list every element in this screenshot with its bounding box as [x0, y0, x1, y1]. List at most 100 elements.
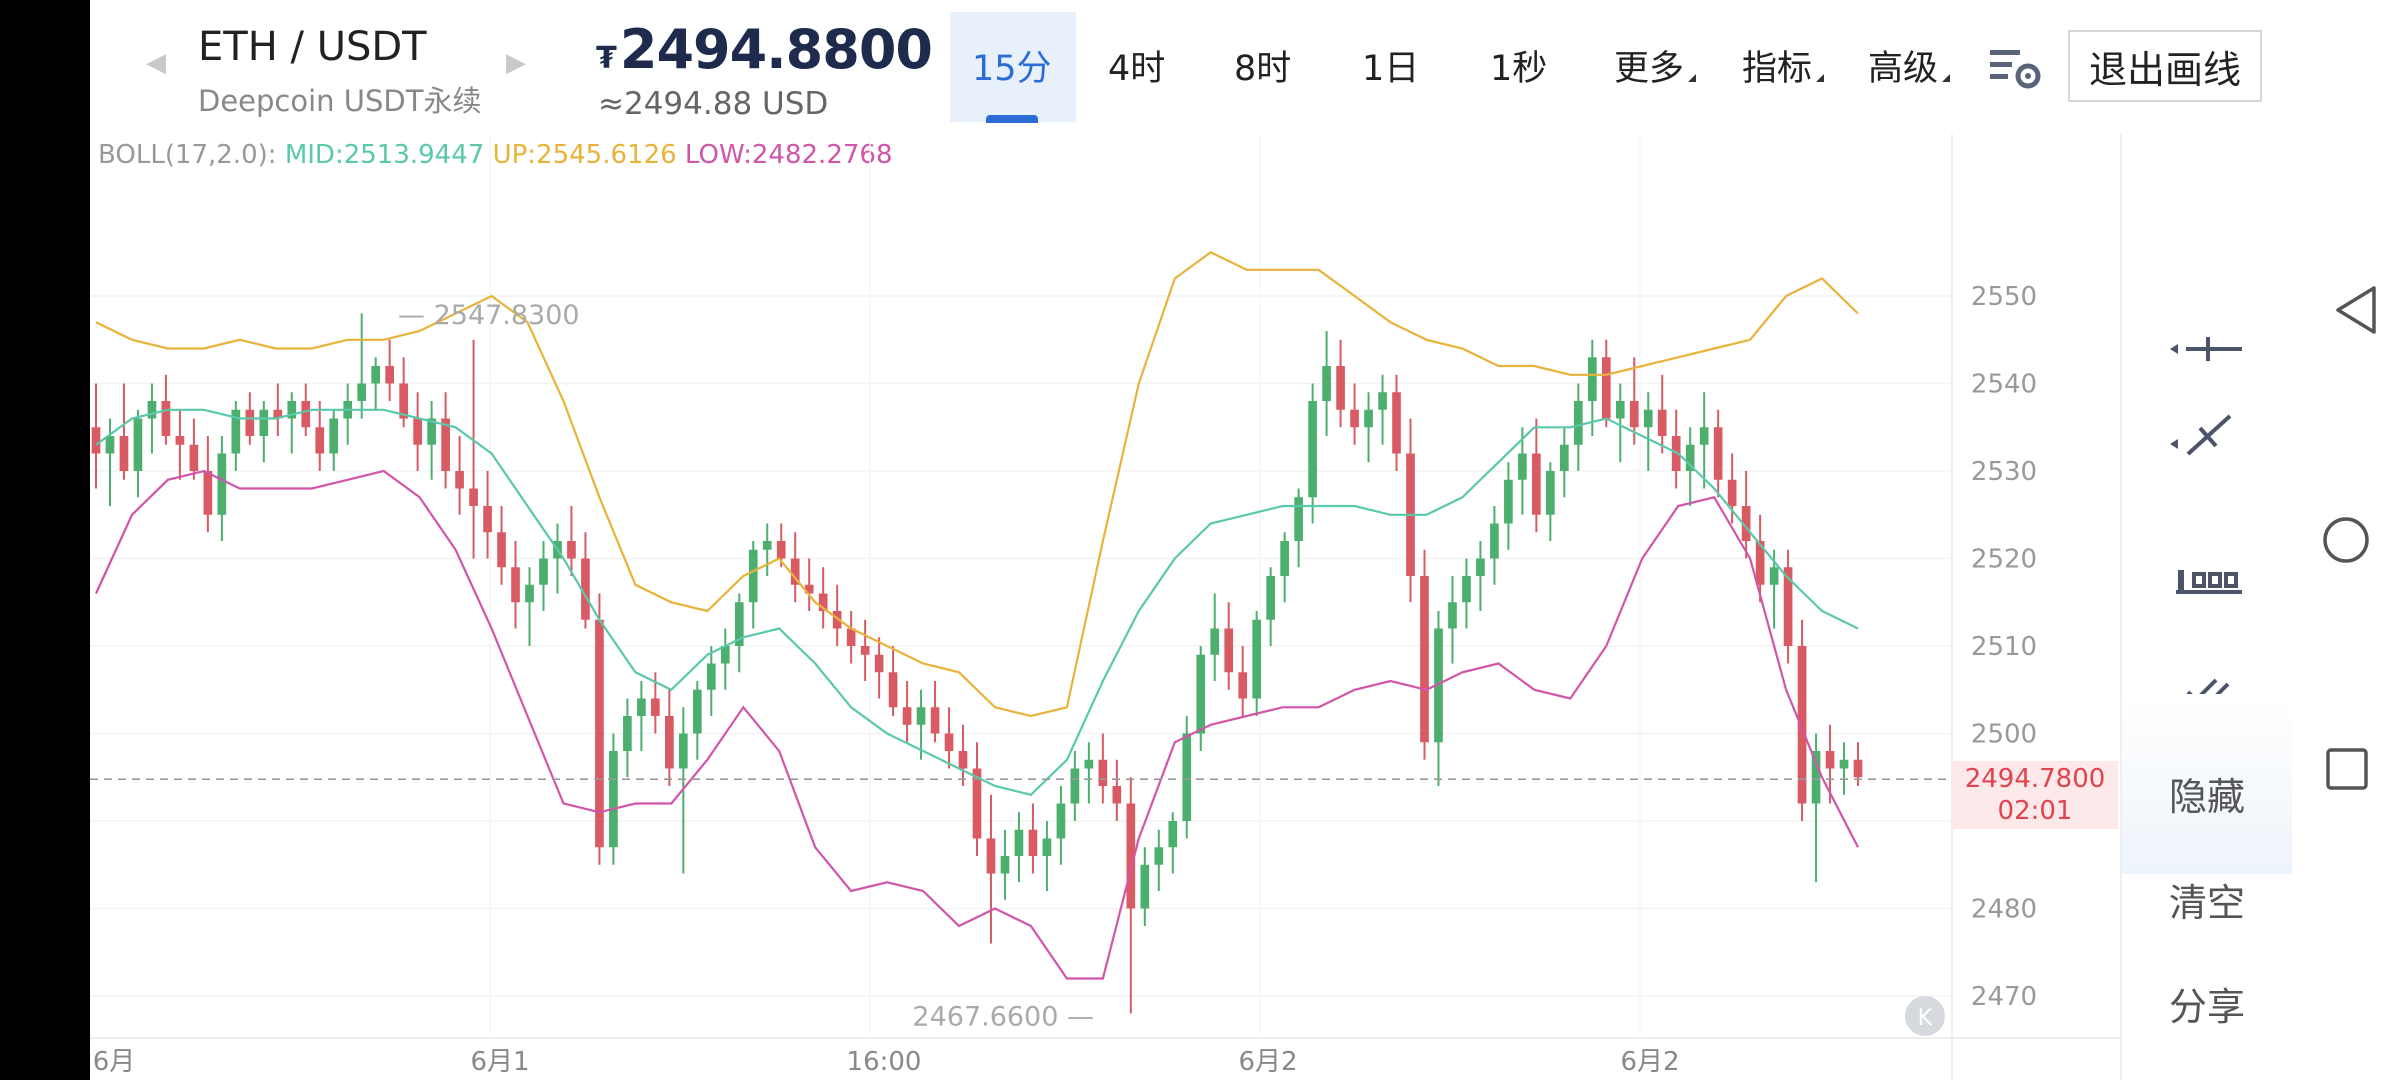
tab-indicators[interactable]: 指标 [1742, 40, 1825, 91]
candle [818, 567, 828, 629]
candle [1559, 427, 1569, 498]
candle-body [651, 698, 660, 716]
candle-body [1168, 821, 1178, 848]
y-tick-label: 2510 [1971, 632, 2037, 662]
candle-body [497, 532, 506, 568]
candle-body [916, 707, 926, 725]
next-pair-arrow-icon[interactable]: ▶ [506, 48, 526, 78]
candle-body [902, 707, 912, 725]
candle-body [930, 707, 940, 734]
clear-drawings-button[interactable]: 清空 [2122, 872, 2292, 927]
candle-body [539, 558, 548, 585]
candle [595, 593, 604, 865]
candle [1699, 392, 1709, 489]
prev-pair-arrow-icon[interactable]: ◀ [146, 48, 166, 78]
candle [1014, 812, 1024, 883]
pair-name[interactable]: ETH / USDT [198, 24, 427, 70]
candle-body [1853, 759, 1863, 778]
candle [539, 541, 548, 611]
horizontal-ray-tool-icon[interactable] [2122, 304, 2292, 394]
candle-body [1615, 401, 1625, 419]
dropdown-triangle-icon [1942, 74, 1951, 82]
candle [972, 742, 982, 856]
candle-body [1308, 401, 1317, 498]
trend-line-tool-icon[interactable] [2122, 388, 2292, 478]
tab-more-label: 更多 [1614, 49, 1685, 89]
candle-body [259, 409, 269, 436]
candle-body [1699, 427, 1709, 445]
candle [357, 313, 367, 419]
tab-indicators-label: 指标 [1742, 49, 1813, 89]
candle [189, 418, 199, 480]
candle [860, 619, 870, 681]
y-tick-label: 2520 [1971, 545, 2037, 575]
candle-body [1210, 628, 1220, 655]
price-range-tool-icon[interactable] [2122, 534, 2292, 624]
candle-body [1280, 541, 1289, 576]
tab-1d[interactable]: 1日 [1362, 40, 1419, 91]
candle [343, 383, 353, 445]
chart-settings-icon[interactable] [1990, 48, 2042, 90]
candle-body [1601, 357, 1611, 419]
candle [623, 698, 632, 778]
candle [1322, 331, 1331, 436]
candle-body [609, 751, 618, 848]
candle [1294, 488, 1303, 568]
candle-body [1713, 427, 1723, 480]
candle [944, 707, 954, 769]
recents-nav-icon[interactable] [2326, 748, 2368, 790]
home-nav-icon[interactable] [2323, 517, 2369, 563]
candle [1462, 558, 1471, 629]
candle-countdown: 02:01 [1952, 793, 2118, 830]
hide-drawings-button[interactable]: 隐藏 [2122, 766, 2292, 821]
system-navigation-bar [2310, 0, 2400, 1080]
candle [637, 681, 646, 751]
candle [1266, 567, 1276, 646]
candle [399, 357, 408, 428]
candle-body [1448, 602, 1457, 629]
candle-body [986, 838, 996, 874]
candle [469, 339, 478, 559]
y-tick-label: 2500 [1971, 720, 2037, 750]
candle-body [1070, 768, 1080, 804]
x-tick-label: 6月 [93, 1047, 136, 1077]
candle-body [1811, 751, 1821, 804]
candle-body [874, 654, 884, 673]
candle-body [1364, 409, 1373, 428]
candle [1420, 549, 1429, 760]
back-nav-icon[interactable] [2336, 286, 2376, 334]
x-tick-label: 16:00 [847, 1047, 922, 1077]
candle [259, 401, 269, 463]
tab-advanced[interactable]: 高级 [1868, 40, 1951, 91]
candle-body [1490, 523, 1499, 559]
tab-15min[interactable]: 15分 [972, 40, 1052, 91]
candle [427, 401, 436, 480]
candle [1350, 383, 1359, 445]
candle-body [1000, 856, 1010, 874]
tab-4h[interactable]: 4时 [1108, 40, 1165, 91]
candle [1126, 777, 1136, 1014]
x-tick-label: 6月1 [470, 1047, 529, 1077]
candle [1056, 786, 1066, 865]
candle-body [776, 541, 786, 559]
candle-body [1769, 567, 1779, 585]
candle [441, 392, 450, 489]
candle [1448, 576, 1457, 664]
candle-body [1546, 471, 1555, 515]
tab-1s[interactable]: 1秒 [1490, 40, 1547, 91]
candlestick-chart[interactable]: 2550 2540 2530 2520 2510 2500 2480 2470 6月 6月1 16:… [90, 134, 2120, 1080]
candle [1504, 462, 1513, 550]
share-button[interactable]: 分享 [2122, 976, 2292, 1031]
y-tick-label: 2530 [1971, 457, 2037, 487]
candle-body [371, 366, 381, 384]
exit-drawing-button[interactable]: 退出画线 [2068, 30, 2262, 102]
candle-body [1196, 654, 1206, 734]
candle [553, 523, 562, 594]
tab-8h[interactable]: 8时 [1234, 40, 1291, 91]
candle [413, 392, 422, 471]
tab-more[interactable]: 更多 [1614, 40, 1697, 91]
candle [1713, 409, 1723, 498]
candle-body [860, 646, 870, 655]
y-tick-label: 2550 [1971, 282, 2037, 312]
candle-body [105, 436, 115, 454]
